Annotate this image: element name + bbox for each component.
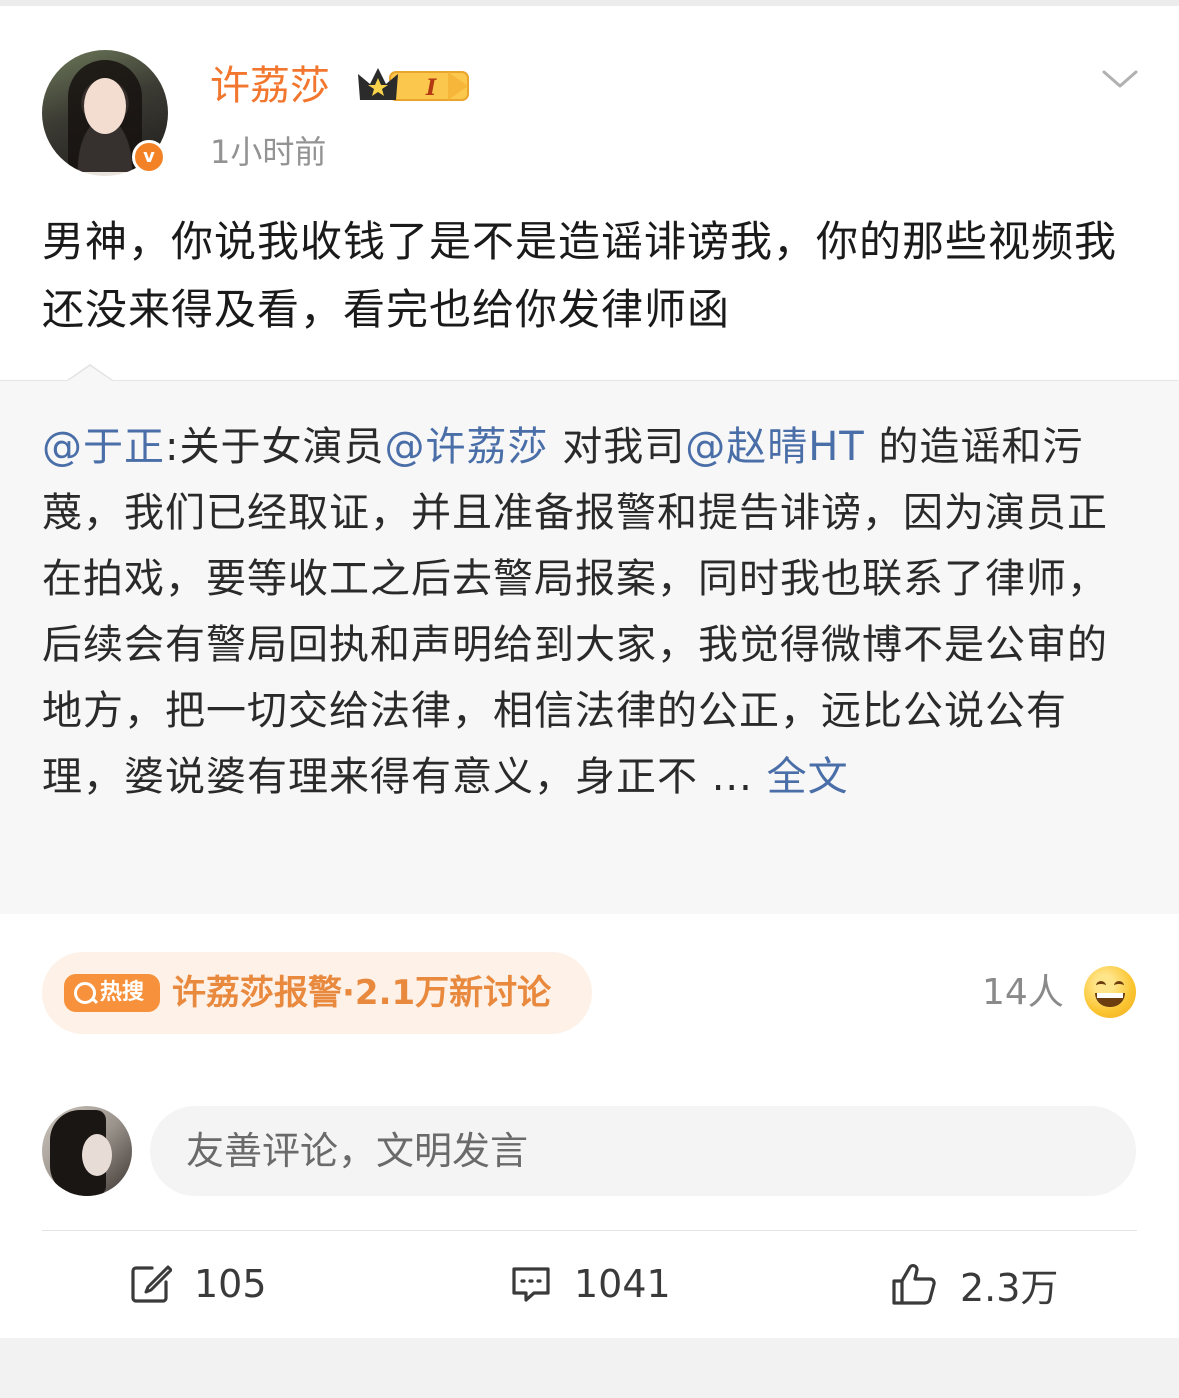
thumbs-up-icon [892,1264,936,1305]
comment-button[interactable]: 1041 [510,1258,671,1310]
repost-text-part: 的造谣和污蔑，我们已经取证，并且准备报警和提告诽谤，因为演员正在拍戏，要等收工之… [42,424,1108,800]
repost-notch [68,366,112,381]
search-icon [74,982,96,1004]
like-count: 2.3万 [960,1265,1059,1310]
repost-text-part: 对我司 [548,424,686,470]
divider [42,1230,1137,1231]
verified-icon: v [132,140,166,174]
repost-author-link[interactable]: @于正 [42,424,165,470]
post-body: 男神，你说我收钱了是不是造谣诽谤我，你的那些视频我还没来得及看，看完也给你发律师… [42,217,1118,334]
author-username[interactable]: 许荔莎 [210,60,330,112]
reaction-count[interactable]: 14人 [982,970,1064,1016]
post-timestamp: 1小时前 [210,133,327,171]
current-user-avatar[interactable] [42,1106,132,1196]
full-text-link[interactable]: 全文 [767,754,849,800]
grinning-sweat-emoji-icon[interactable] [1084,966,1136,1018]
repost-body: @于正:关于女演员@许荔莎 对我司@赵晴HT 的造谣和污蔑，我们已经取证，并且准… [42,414,1142,810]
comment-icon [512,1267,550,1302]
comment-input[interactable] [150,1106,1136,1196]
repost-button[interactable]: 105 [130,1258,267,1310]
hot-search-badge-label: 热搜 [100,980,145,1005]
repost-colon: : [165,424,180,470]
repost-text-part: 关于女演员 [179,424,385,470]
vip-crown-icon[interactable]: I [356,66,472,106]
repost-count: 105 [194,1262,267,1306]
repost-icon [131,1265,172,1303]
hot-search-badge: 热搜 [64,974,160,1012]
mention-link[interactable]: @赵晴HT [685,424,865,470]
bottom-separator [0,1338,1179,1398]
like-button[interactable]: 2.3万 [890,1258,1058,1310]
top-separator [0,0,1179,6]
chevron-down-icon[interactable] [1100,64,1140,94]
mention-link[interactable]: @许荔莎 [384,424,548,470]
hot-search-topic[interactable]: 许荔莎报警·2.1万新讨论 [172,968,551,1018]
comment-count: 1041 [574,1262,671,1306]
vip-level: I [425,75,437,101]
